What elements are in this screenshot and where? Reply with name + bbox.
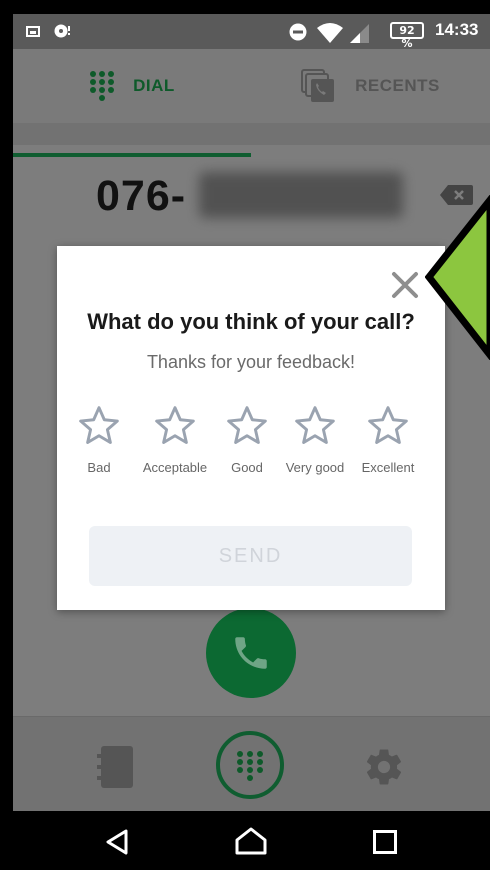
rating-option-excellent[interactable]: Excellent (348, 404, 428, 475)
clock: 14:33 (435, 20, 479, 39)
disc-icon (54, 24, 70, 38)
close-icon[interactable] (390, 270, 420, 300)
back-icon[interactable] (104, 828, 130, 856)
dialpad-button[interactable] (216, 731, 284, 799)
rating-label: Excellent (361, 460, 415, 475)
battery-indicator: 92 % (390, 22, 424, 50)
recents-icon (301, 69, 335, 102)
divider-bar (13, 123, 490, 145)
star-rating: Bad Acceptable Good Very good Excellent (71, 404, 431, 484)
signal-icon (350, 24, 369, 43)
call-button[interactable] (206, 608, 296, 698)
status-bar: 92 % 14:33 (13, 14, 490, 50)
contacts-icon[interactable] (97, 746, 135, 788)
star-icon (155, 406, 195, 444)
annotation-arrow (425, 195, 490, 360)
dialog-title: What do you think of your call? (87, 309, 415, 334)
tab-recents[interactable]: RECENTS (251, 49, 490, 123)
phone-screen: 92 % 14:33 DIAL RECENTS 076- What do you… (13, 14, 490, 870)
star-icon (368, 406, 408, 444)
recent-apps-icon[interactable] (373, 830, 397, 854)
wifi-icon (317, 23, 343, 44)
image-icon (26, 26, 40, 37)
tab-bar: DIAL RECENTS (13, 49, 490, 157)
phone-icon (235, 637, 267, 669)
device-frame: 92 % 14:33 DIAL RECENTS 076- What do you… (0, 0, 490, 870)
rating-option-bad[interactable]: Bad (59, 404, 139, 475)
rating-label: Acceptable (142, 460, 208, 475)
tab-recents-label: RECENTS (355, 76, 440, 95)
system-nav-bar (13, 811, 490, 870)
dialpad-dots-icon (90, 71, 115, 101)
tab-dial[interactable]: DIAL (13, 49, 251, 123)
rating-label: Bad (87, 460, 111, 475)
send-button[interactable]: SEND (89, 526, 412, 586)
tab-dial-label: DIAL (133, 76, 175, 95)
phone-number-redacted (199, 172, 403, 218)
star-icon (79, 406, 119, 444)
star-icon (295, 406, 335, 444)
dialog-subtitle: Thanks for your feedback! (146, 352, 356, 372)
tab-selected-indicator (13, 153, 251, 157)
rating-label: Very good (285, 460, 345, 475)
dialpad-icon (237, 751, 263, 781)
bottom-nav (13, 716, 490, 811)
star-icon (227, 406, 267, 444)
home-icon[interactable] (234, 826, 268, 856)
settings-icon[interactable] (363, 746, 405, 788)
phone-number: 076- (96, 172, 187, 220)
feedback-dialog: What do you think of your call? Thanks f… (57, 246, 445, 610)
rating-option-very-good[interactable]: Very good (275, 404, 355, 475)
rating-option-acceptable[interactable]: Acceptable (135, 404, 215, 475)
do-not-disturb-icon (289, 23, 307, 41)
